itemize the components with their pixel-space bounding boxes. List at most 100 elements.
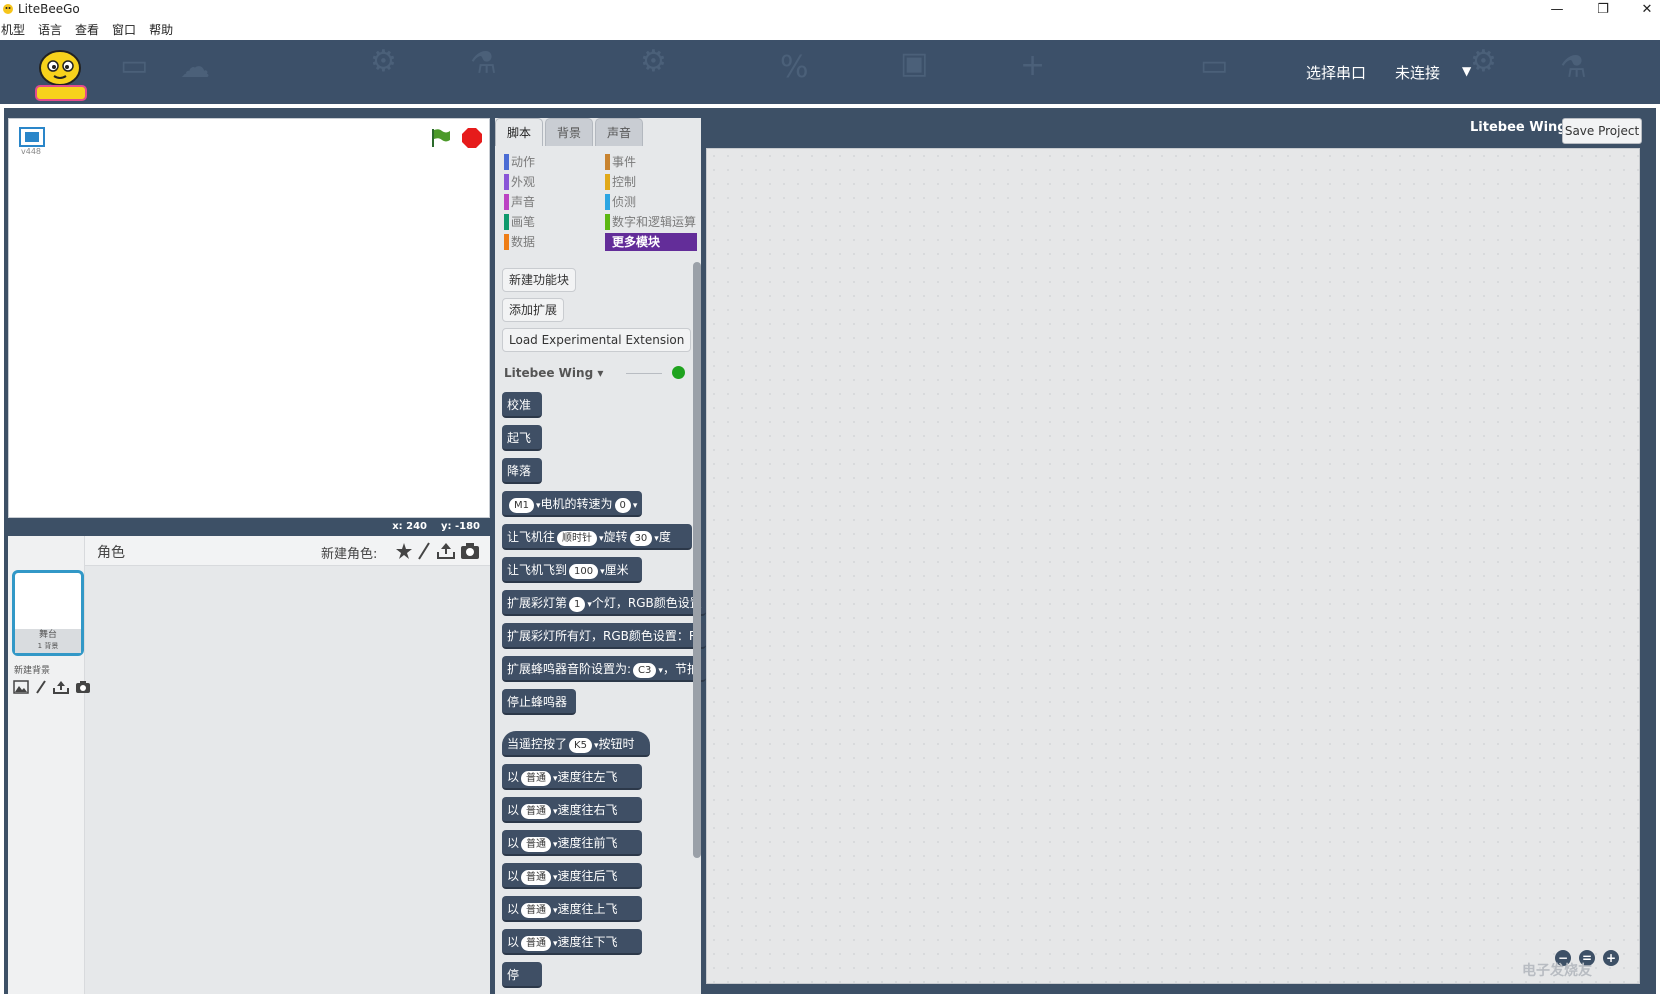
block-dropdown[interactable]: 普通 <box>521 804 552 819</box>
palette-block[interactable]: 扩展彩灯所有灯，RGB颜色设置：R <box>502 623 706 649</box>
palette-block[interactable]: 以普通 ▾速度往下飞 <box>502 929 642 955</box>
stop-icon[interactable] <box>461 127 483 149</box>
palette-block[interactable]: M1 ▾电机的转速为 0 ▾ <box>502 491 642 517</box>
stage-area[interactable]: v448 <box>8 118 490 518</box>
category-categories_left-1[interactable]: 外观 <box>504 173 535 191</box>
block-dropdown[interactable]: 普通 <box>521 837 552 852</box>
sprite-library-icon[interactable] <box>395 542 413 560</box>
category-categories_left-3[interactable]: 画笔 <box>504 213 535 231</box>
block-dropdown[interactable]: K5 <box>569 738 592 753</box>
block-dropdown[interactable]: 1 <box>569 597 586 612</box>
menu-model[interactable]: 机型 <box>1 21 25 38</box>
palette-block[interactable]: 以普通 ▾速度往上飞 <box>502 896 642 922</box>
select-serial-port[interactable]: 选择串口 <box>1306 62 1366 83</box>
menu-window[interactable]: 窗口 <box>112 21 136 38</box>
cloud-deco-icon: ☁ <box>180 50 210 85</box>
load-experimental-extension-button[interactable]: Load Experimental Extension <box>502 328 692 352</box>
palette-block[interactable]: 以普通 ▾速度往后飞 <box>502 863 642 889</box>
connection-status: 未连接 <box>1395 64 1441 82</box>
minimize-button[interactable]: — <box>1542 0 1572 18</box>
category-categories_right-1[interactable]: 控制 <box>605 173 636 191</box>
stage-tile-name: 舞台 <box>38 630 57 640</box>
block-dropdown[interactable]: 普通 <box>521 903 552 918</box>
green-flag-icon[interactable] <box>429 127 451 149</box>
upload-sprite-icon[interactable] <box>437 542 455 560</box>
block-dropdown[interactable]: C3 <box>633 663 657 678</box>
palette-block[interactable]: 起飞 <box>502 425 542 451</box>
add-extension-button[interactable]: 添加扩展 <box>502 298 565 322</box>
restore-button[interactable]: ❐ <box>1588 0 1618 18</box>
category-categories_right-4[interactable]: 更多模块 <box>605 233 697 251</box>
palette-block[interactable]: 校准 <box>502 392 542 418</box>
stage-column: 舞台 1 背景 新建背景 <box>8 536 90 994</box>
stage-tile-sub: 1 背景 <box>37 642 59 650</box>
block-dropdown[interactable]: 100 <box>569 564 599 579</box>
palette-scrollbar[interactable] <box>693 262 701 858</box>
litebee-logo <box>35 50 87 101</box>
save-project-button[interactable]: Save Project <box>1562 118 1642 144</box>
paint-sprite-icon[interactable] <box>417 542 431 560</box>
backdrop-library-icon[interactable] <box>13 680 29 694</box>
block-dropdown[interactable]: 普通 <box>521 936 552 951</box>
block-dropdown[interactable]: M1 <box>509 498 534 513</box>
category-label: 控制 <box>612 175 637 189</box>
tab-sounds[interactable]: 声音 <box>595 118 643 146</box>
block-text: 速度往后飞 <box>557 869 618 883</box>
camera-backdrop-icon[interactable] <box>75 680 91 694</box>
upload-backdrop-icon[interactable] <box>53 680 69 694</box>
palette-block[interactable]: 扩展蜂鸣器音阶设置为: C3 ▾，节拍 <box>502 656 706 682</box>
extension-dropdown-icon: ▾ <box>593 366 604 380</box>
palette-block[interactable]: 以普通 ▾速度往左飞 <box>502 764 642 790</box>
category-categories_right-0[interactable]: 事件 <box>605 153 636 171</box>
palette-block[interactable]: 让飞机往 顺时针 ▾旋转 30 ▾度 <box>502 524 692 550</box>
tab-scripts[interactable]: 脚本 <box>495 118 543 146</box>
palette-block[interactable]: 以普通 ▾速度往右飞 <box>502 797 642 823</box>
palette-block[interactable]: 以普通 ▾速度往前飞 <box>502 830 642 856</box>
block-dropdown[interactable]: 30 <box>629 531 653 546</box>
category-color-bar <box>605 154 610 170</box>
menu-help[interactable]: 帮助 <box>149 21 173 38</box>
stage-thumbnail[interactable]: 舞台 1 背景 <box>12 570 84 656</box>
version-label: v448 <box>21 147 42 156</box>
block-text: 以 <box>507 902 520 916</box>
block-dropdown[interactable]: 普通 <box>521 771 552 786</box>
tab-backdrops[interactable]: 背景 <box>545 118 593 146</box>
scripts-area[interactable] <box>706 148 1640 984</box>
category-categories_left-2[interactable]: 声音 <box>504 193 535 211</box>
category-label: 侦测 <box>612 195 637 209</box>
palette-block[interactable]: 扩展彩灯第 1 ▾个灯，RGB颜色设置 <box>502 590 706 616</box>
block-dropdown[interactable]: 0 <box>614 498 631 513</box>
palette-block[interactable]: 让飞机飞到 100 ▾厘米 <box>502 557 642 583</box>
category-label: 外观 <box>511 175 536 189</box>
extension-header[interactable]: Litebee Wing ▾ <box>504 366 603 380</box>
block-dropdown[interactable]: 普通 <box>521 870 552 885</box>
paint-backdrop-icon[interactable] <box>35 680 47 694</box>
connection-dropdown-icon[interactable]: ▼ <box>1462 64 1471 78</box>
zoom-in-icon[interactable]: + <box>1603 950 1619 966</box>
menu-view[interactable]: 查看 <box>75 21 99 38</box>
block-text: 让飞机飞到 <box>507 563 568 577</box>
block-dropdown[interactable]: 顺时针 <box>557 531 598 546</box>
palette-block[interactable]: 降落 <box>502 458 542 484</box>
category-categories_right-3[interactable]: 数字和逻辑运算 <box>605 213 696 231</box>
block-text: 停止蜂鸣器 <box>507 695 568 709</box>
block-text: 以 <box>507 869 520 883</box>
category-categories_left-0[interactable]: 动作 <box>504 153 535 171</box>
new-block-button[interactable]: 新建功能块 <box>502 268 577 292</box>
block-text: 速度往上飞 <box>557 902 618 916</box>
category-categories_left-4[interactable]: 数据 <box>504 233 535 251</box>
window-title: LiteBeeGo <box>18 2 80 16</box>
palette-block[interactable]: 当遥控按了 K5 ▾按钮时 <box>502 731 650 757</box>
extension-status-dot <box>672 366 685 379</box>
editor-tabs: 脚本 背景 声音 <box>495 118 645 146</box>
camera-sprite-icon[interactable] <box>460 542 480 560</box>
block-text: 个灯，RGB颜色设置 <box>591 596 702 610</box>
fullscreen-icon[interactable] <box>19 127 45 147</box>
palette-block[interactable]: 停止蜂鸣器 <box>502 689 576 715</box>
category-categories_right-2[interactable]: 侦测 <box>605 193 636 211</box>
close-button[interactable]: ✕ <box>1632 0 1660 18</box>
stage-header: v448 <box>9 119 489 157</box>
palette-block[interactable]: 停 <box>502 962 542 988</box>
menu-language[interactable]: 语言 <box>38 21 62 38</box>
block-text: 厘米 <box>604 563 629 577</box>
